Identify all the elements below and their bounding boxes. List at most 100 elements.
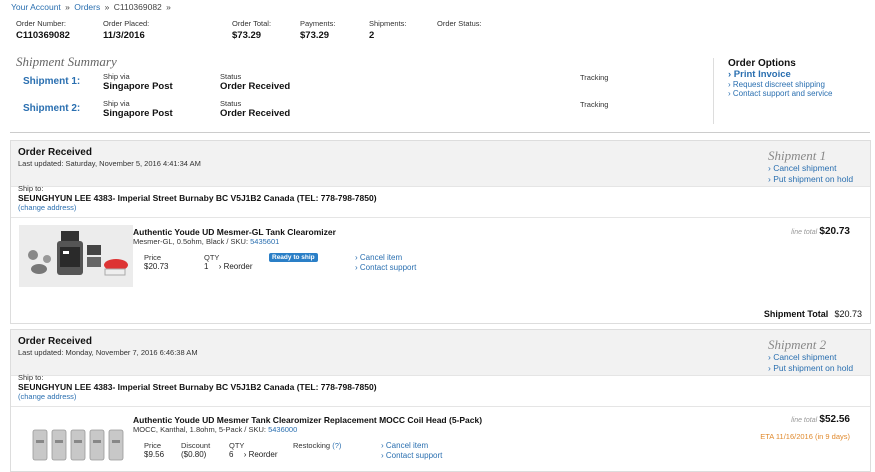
- shipment-2-tag: Shipment 2: [768, 337, 827, 352]
- restocking: Restocking (?): [293, 441, 341, 450]
- price-label: Price: [144, 253, 162, 262]
- item-details: MOCC, Kanthal, 1.8ohm, 5-Pack / SKU: 543…: [133, 425, 297, 434]
- discount-label: Discount: [181, 441, 211, 450]
- change-address-link[interactable]: (change address): [18, 203, 76, 212]
- ready-to-ship-badge: Ready to ship: [269, 253, 318, 262]
- cancel-shipment-link[interactable]: › Cancel shipment: [768, 352, 853, 363]
- cancel-item-link[interactable]: › Cancel item: [355, 253, 416, 263]
- status-label: Status: [220, 99, 242, 108]
- order-number-value: C110369082: [16, 30, 70, 41]
- hold-shipment-link[interactable]: › Put shipment on hold: [768, 174, 853, 185]
- item-divider: [11, 406, 870, 407]
- order-placed-value: 11/3/2016: [103, 30, 145, 41]
- shipment-total-label: Shipment Total: [763, 309, 829, 319]
- shipment-summary-title: Shipment Summary: [16, 54, 117, 69]
- item-variant: MOCC, Kanthal, 1.8ohm, 5-Pack / SKU:: [133, 425, 269, 434]
- ready-badge-wrap: Ready to ship: [269, 252, 318, 262]
- change-address-link[interactable]: (change address): [18, 392, 76, 401]
- item-sku-link[interactable]: 5436000: [268, 425, 297, 434]
- discount-value: ($0.80): [181, 450, 207, 459]
- item-price: Price $9.56: [144, 441, 164, 459]
- product-image-graphic: [19, 225, 133, 287]
- line-total-value: $20.73: [819, 226, 850, 237]
- tracking-label: Tracking: [580, 73, 609, 82]
- contact-support-link[interactable]: › Contact support: [355, 263, 416, 273]
- item-qty: QTY 6 › Reorder: [229, 441, 277, 459]
- cancel-item-link[interactable]: › Cancel item: [381, 441, 442, 451]
- product-image-graphic: [32, 429, 124, 461]
- qty-label: QTY: [204, 253, 220, 262]
- shipments-label: Shipments:: [369, 19, 407, 28]
- order-options: Order Options › Print Invoice › Request …: [713, 58, 873, 124]
- item-variant: Mesmer-GL, 0.5ohm, Black / SKU:: [133, 237, 251, 246]
- hold-shipment-link[interactable]: › Put shipment on hold: [768, 363, 853, 374]
- item-qty: QTY 1 › Reorder: [204, 253, 252, 271]
- line-total-value: $52.56: [819, 414, 850, 425]
- order-total: Order Total: $73.29: [232, 19, 271, 41]
- line-total-label: line total: [791, 417, 818, 424]
- line-total: line total $52.56: [791, 414, 850, 425]
- order-status-label: Order Status:: [437, 19, 482, 28]
- print-invoice-link[interactable]: › Print Invoice: [728, 69, 873, 80]
- line-total-label: line total: [791, 229, 818, 236]
- breadcrumb-your-account[interactable]: Your Account: [11, 2, 61, 12]
- summary-shipment-1-link[interactable]: Shipment 1:: [23, 76, 80, 87]
- summary-shipment-2-via: Ship via Singapore Post: [103, 99, 173, 119]
- breadcrumb: Your Account » Orders » C110369082 »: [11, 2, 173, 12]
- summary-shipment-1: Shipment 1:: [23, 76, 80, 87]
- item-actions: › Cancel item › Contact support: [355, 253, 416, 272]
- order-status: Order Status:: [437, 19, 482, 30]
- item-name[interactable]: Authentic Youde UD Mesmer Tank Clearomiz…: [133, 415, 482, 425]
- ship-via-value: Singapore Post: [103, 108, 173, 119]
- item-sku-link[interactable]: 5435601: [250, 237, 279, 246]
- order-placed-label: Order Placed:: [103, 19, 150, 28]
- item-divider: [11, 217, 870, 218]
- shipment-1-actions: › Cancel shipment › Put shipment on hold: [768, 163, 853, 184]
- restocking-help-link[interactable]: (?): [332, 441, 341, 450]
- item-details: Mesmer-GL, 0.5ohm, Black / SKU: 5435601: [133, 237, 279, 246]
- status-label: Status: [220, 72, 242, 81]
- eta-text: ETA 11/16/2016 (in 9 days): [760, 432, 850, 441]
- item-name[interactable]: Authentic Youde UD Mesmer-GL Tank Clearo…: [133, 227, 336, 237]
- tracking-label: Tracking: [580, 100, 609, 109]
- ship-to-label: Ship to:: [18, 184, 44, 193]
- order-total-value: $73.29: [232, 30, 262, 41]
- status-value: Order Received: [220, 81, 291, 92]
- item-price: Price $20.73: [144, 253, 168, 271]
- breadcrumb-orders[interactable]: Orders: [74, 2, 100, 12]
- reorder-link[interactable]: › Reorder: [244, 450, 278, 459]
- order-options-title: Order Options: [728, 58, 796, 69]
- summary-shipment-2: Shipment 2:: [23, 103, 80, 114]
- request-discreet-shipping-link[interactable]: › Request discreet shipping: [728, 80, 873, 89]
- ship-to-address: SEUNGHYUN LEE 4383- Imperial Street Burn…: [18, 382, 377, 392]
- reorder-link[interactable]: › Reorder: [219, 262, 253, 271]
- item-actions: › Cancel item › Contact support: [381, 441, 442, 460]
- contact-support-service-link[interactable]: › Contact support and service: [728, 89, 873, 98]
- ship-to-address: SEUNGHYUN LEE 4383- Imperial Street Burn…: [18, 193, 377, 203]
- cancel-shipment-link[interactable]: › Cancel shipment: [768, 163, 853, 174]
- shipment-card-2: Order Received Last updated: Monday, Nov…: [10, 329, 871, 472]
- payments-value: $73.29: [300, 30, 330, 41]
- price-label: Price: [144, 441, 162, 450]
- shipments-value: 2: [369, 30, 375, 41]
- shipment-1-status: Order Received: [18, 147, 92, 158]
- summary-shipment-2-status: Status Order Received: [220, 99, 290, 119]
- price-value: $20.73: [144, 262, 169, 271]
- product-image[interactable]: [31, 426, 127, 464]
- shipments-count: Shipments: 2: [369, 19, 407, 41]
- shipment-2-actions: › Cancel shipment › Put shipment on hold: [768, 352, 853, 373]
- shipment-card-1: Order Received Last updated: Saturday, N…: [10, 140, 871, 324]
- product-image[interactable]: [19, 225, 133, 287]
- ship-to-label: Ship to:: [18, 373, 44, 382]
- item-discount: Discount ($0.80): [181, 441, 210, 459]
- ship-via-label: Ship via: [103, 99, 130, 108]
- summary-shipment-2-link[interactable]: Shipment 2:: [23, 103, 80, 114]
- ship-via-label: Ship via: [103, 72, 130, 81]
- summary-shipment-1-status: Status Order Received: [220, 72, 290, 92]
- contact-support-link[interactable]: › Contact support: [381, 451, 442, 461]
- breadcrumb-separator: »: [104, 2, 110, 12]
- order-total-label: Order Total:: [232, 19, 272, 28]
- qty-label: QTY: [229, 441, 245, 450]
- shipment-1-tag: Shipment 1: [768, 148, 827, 163]
- payments-label: Payments:: [300, 19, 336, 28]
